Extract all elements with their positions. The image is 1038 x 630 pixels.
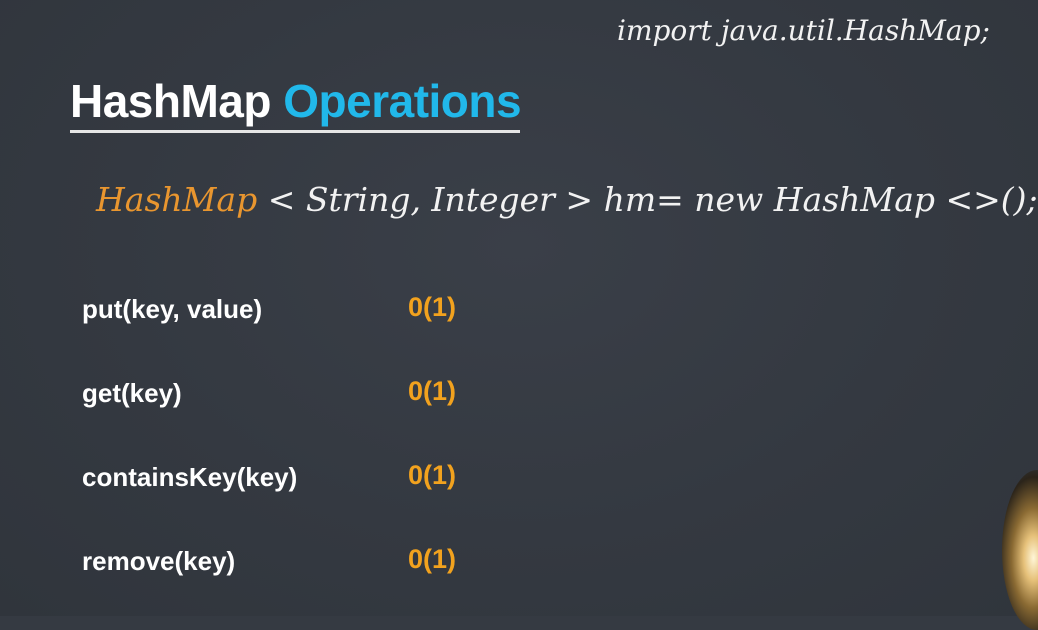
slide-canvas: import java.util.HashMap; HashMap Operat… bbox=[0, 0, 1038, 630]
declaration-type: HashMap bbox=[96, 180, 258, 219]
slide-title-part1: HashMap bbox=[70, 75, 271, 127]
title-underline bbox=[70, 130, 520, 133]
operation-name: containsKey(key) bbox=[82, 462, 298, 492]
operation-row: put(key, value) 0(1) bbox=[82, 290, 502, 330]
operation-row: remove(key) 0(1) bbox=[82, 542, 502, 582]
operation-complexity: 0(1) bbox=[408, 460, 457, 490]
operation-complexity: 0(1) bbox=[408, 544, 457, 574]
operation-name: get(key) bbox=[82, 378, 182, 408]
operation-name: remove(key) bbox=[82, 546, 236, 576]
handwritten-declaration: HashMap < String, Integer > hm= new Hash… bbox=[96, 180, 1038, 219]
handwritten-import-statement: import java.util.HashMap; bbox=[617, 14, 990, 47]
lamp-glow-icon bbox=[1002, 470, 1038, 630]
operation-complexity: 0(1) bbox=[408, 376, 457, 406]
operation-complexity: 0(1) bbox=[408, 292, 457, 322]
operation-row: get(key) 0(1) bbox=[82, 374, 502, 414]
operation-name: put(key, value) bbox=[82, 294, 263, 324]
slide-title: HashMap Operations bbox=[70, 74, 522, 128]
declaration-rest: < String, Integer > hm= new HashMap <>()… bbox=[267, 180, 1038, 219]
operation-row: containsKey(key) 0(1) bbox=[82, 458, 502, 498]
slide-title-part2: Operations bbox=[283, 75, 522, 127]
